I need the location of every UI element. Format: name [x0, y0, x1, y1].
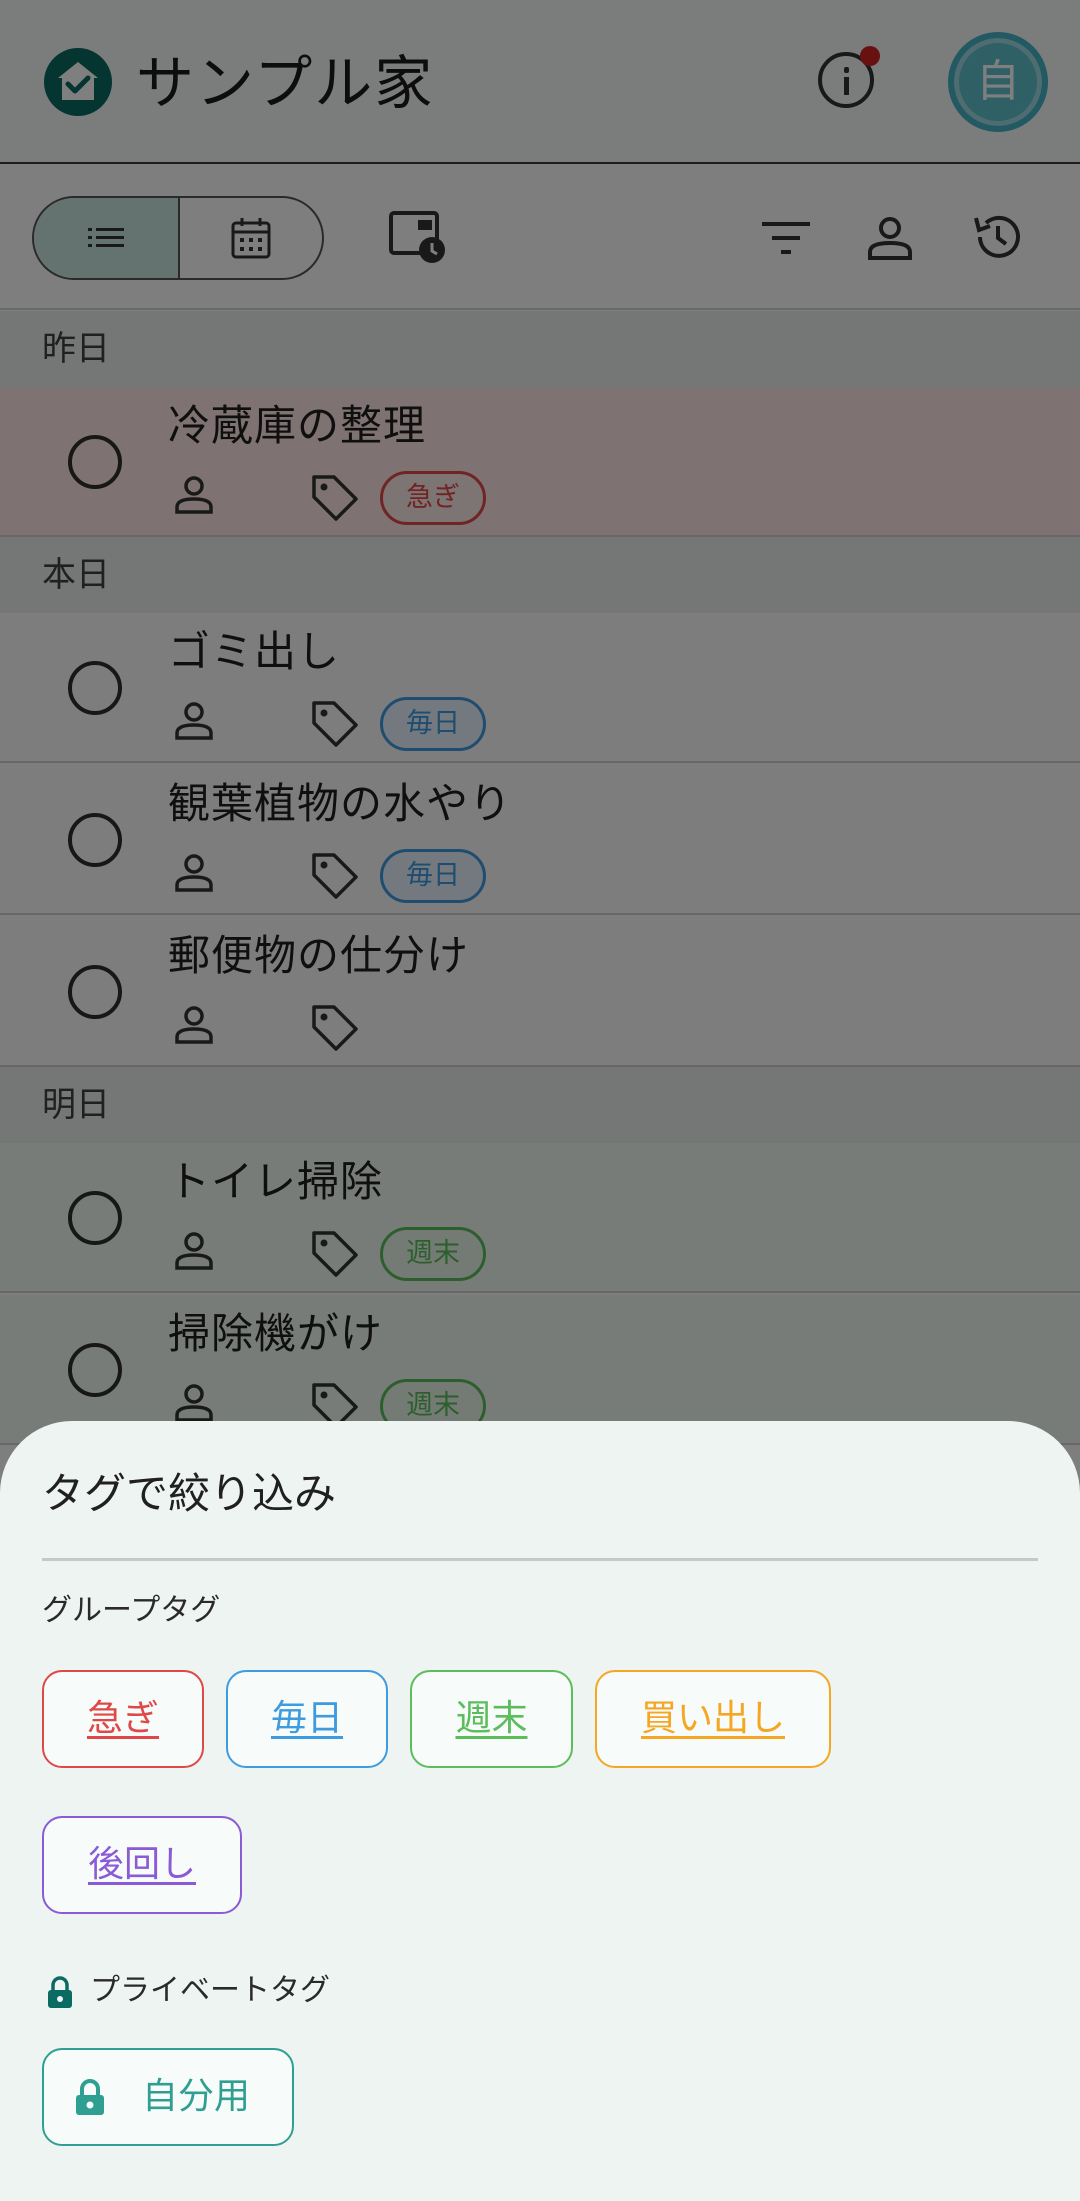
private-tag-label: 自分用 — [142, 2076, 251, 2117]
tag-filter-sheet: タグで絞り込み グループタグ 急ぎ 毎日 週末 買い出し 後回し プライベートタ… — [0, 1421, 1080, 2201]
tag-filter-later[interactable]: 後回し — [42, 1816, 242, 1914]
lock-icon — [48, 1976, 72, 2008]
group-tags-label: グループタグ — [42, 1593, 221, 1628]
tag-filter-daily[interactable]: 毎日 — [226, 1670, 388, 1768]
divider — [42, 1558, 1038, 1561]
tag-filter-weekend[interactable]: 週末 — [410, 1670, 573, 1768]
private-tags-label: プライベートタグ — [90, 1973, 330, 2008]
tag-filter-private[interactable]: 自分用 — [42, 2048, 294, 2146]
sheet-title: タグで絞り込み — [42, 1469, 337, 1518]
tag-filter-urgent[interactable]: 急ぎ — [42, 1670, 204, 1768]
lock-icon — [76, 2079, 104, 2115]
tag-filter-shopping[interactable]: 買い出し — [595, 1670, 831, 1768]
